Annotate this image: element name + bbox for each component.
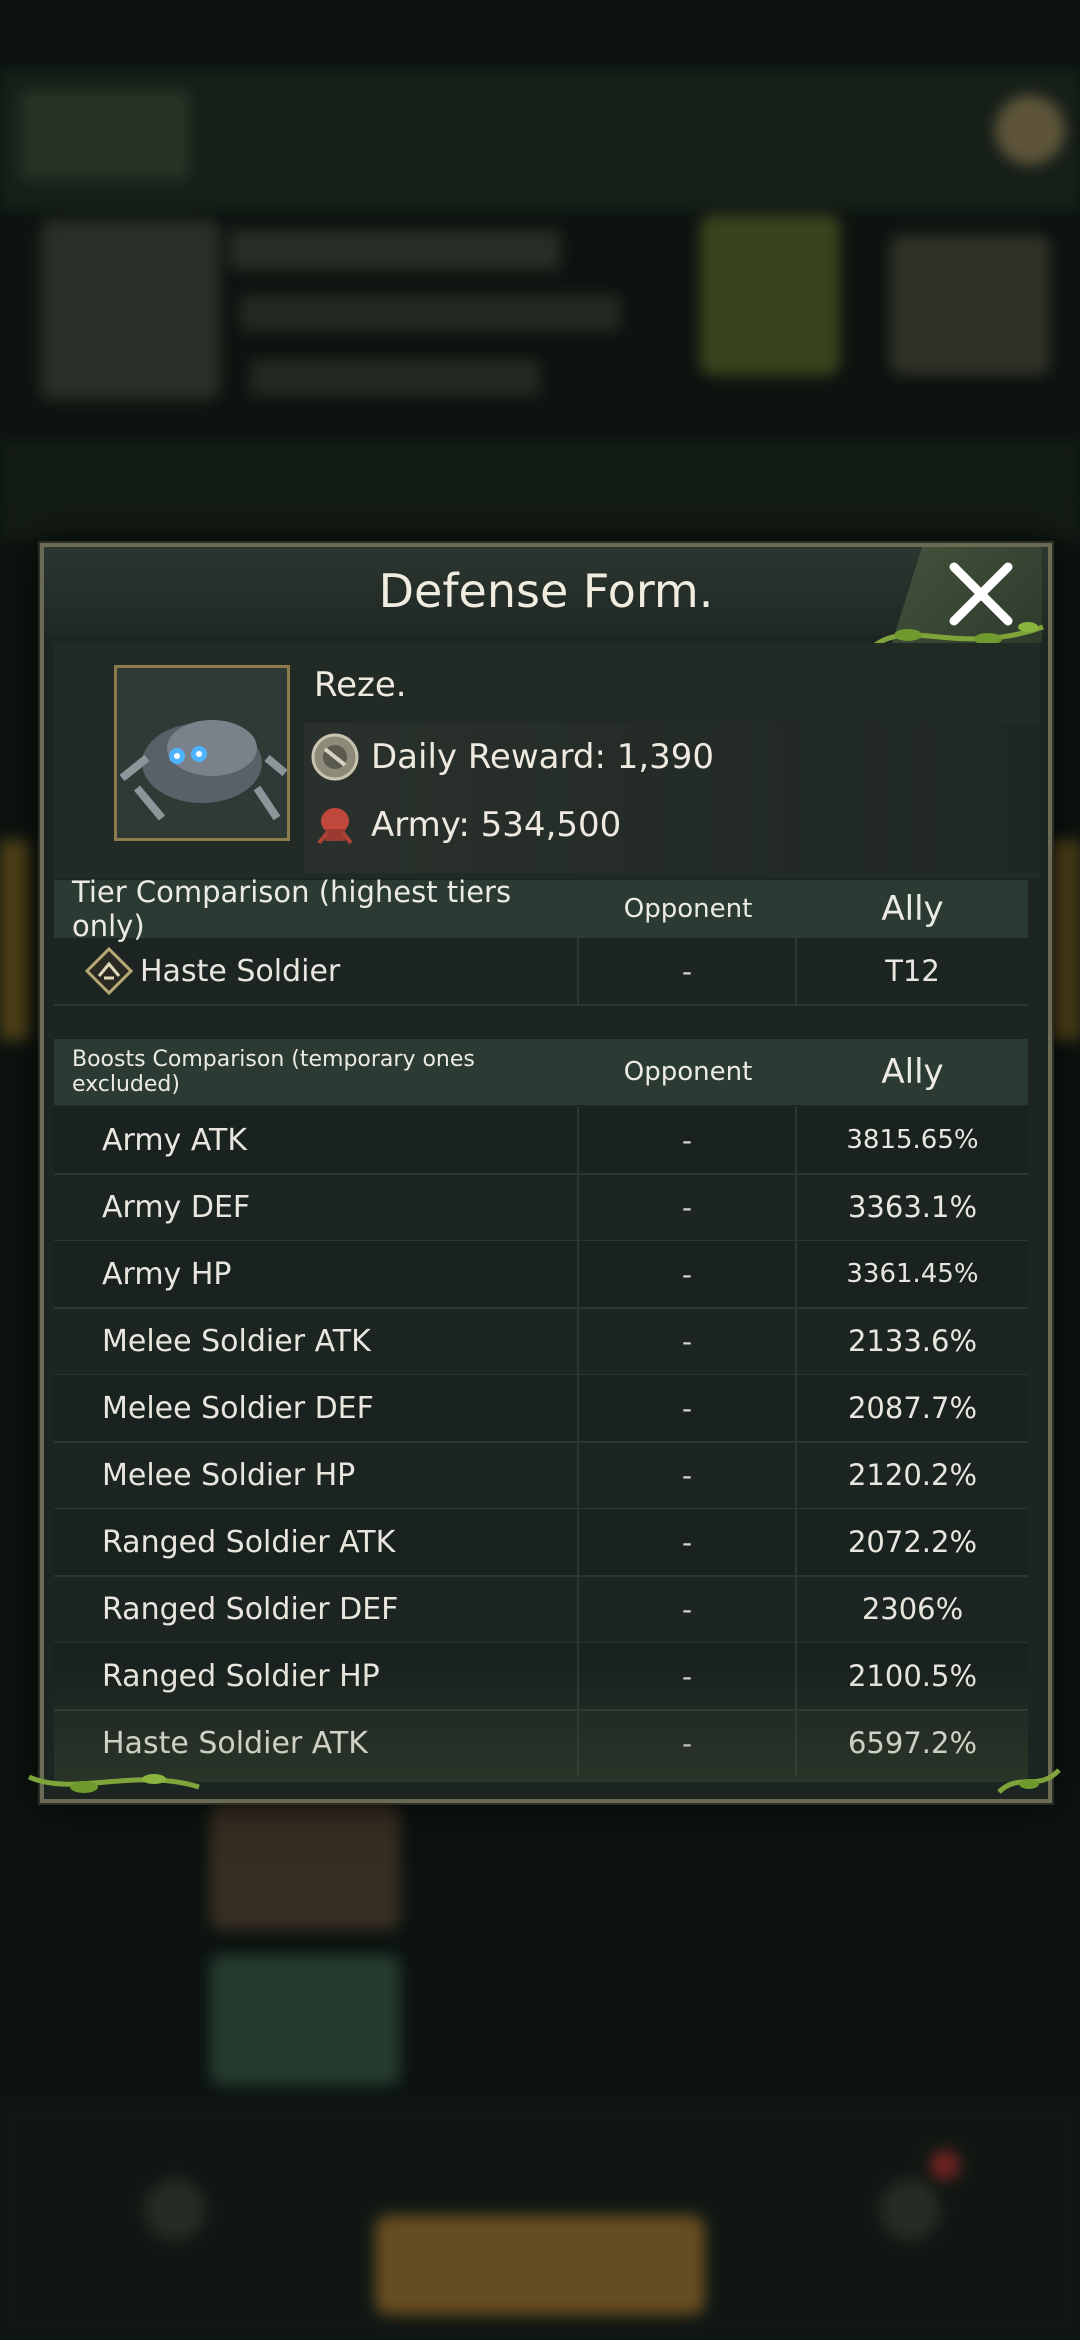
table-row: Melee Soldier HP - 2120.2%	[54, 1442, 1028, 1510]
bg-notification-badge	[930, 2150, 960, 2180]
mech-spider-avatar-icon	[117, 668, 287, 838]
ally-value: 3361.45%	[846, 1259, 979, 1289]
table-row: Ranged Soldier DEF - 2306%	[54, 1576, 1028, 1644]
player-name: Reze.	[314, 665, 407, 705]
ally-value: 3815.65%	[846, 1125, 979, 1155]
bg-list-card	[210, 1955, 400, 2085]
ally-column-header: Ally	[881, 889, 944, 929]
boosts-comparison-title: Boosts Comparison (temporary ones exclud…	[72, 1047, 475, 1097]
tier-comparison-header: Tier Comparison (highest tiers only) Opp…	[54, 875, 1028, 943]
opponent-value: -	[681, 1659, 693, 1693]
table-row: Melee Soldier ATK - 2133.6%	[54, 1308, 1028, 1376]
bg-info-bar	[230, 230, 560, 270]
daily-reward-row: Daily Reward: 1,390	[309, 731, 714, 783]
opponent-value: -	[681, 1324, 693, 1358]
tier-row-label: Haste Soldier	[140, 953, 341, 989]
army-row: Army: 534,500	[309, 799, 621, 851]
opponent-value: -	[681, 1257, 693, 1291]
reward-medal-icon	[311, 733, 359, 781]
table-row: Army HP - 3361.45%	[54, 1241, 1028, 1309]
ally-column-header: Ally	[881, 1052, 944, 1092]
boost-label: Army DEF	[102, 1189, 251, 1225]
ally-value: 2120.2%	[847, 1458, 978, 1492]
bg-info-bar	[240, 295, 620, 331]
player-profile: Reze. Daily Reward: 1,390 Army: 534,500	[54, 643, 1040, 878]
opponent-value: -	[681, 1458, 693, 1492]
ally-value: 2133.6%	[847, 1324, 978, 1358]
bg-tab-strip	[0, 440, 1080, 540]
haste-soldier-icon	[84, 946, 134, 996]
vine-ornament-icon	[997, 1768, 1061, 1794]
ally-value: 2306%	[861, 1592, 964, 1626]
boost-label: Ranged Soldier HP	[102, 1658, 380, 1694]
bg-back-button	[20, 90, 190, 180]
opponent-value: -	[681, 1592, 693, 1626]
tier-comparison-title: Tier Comparison (highest tiers only)	[72, 875, 512, 943]
opponent-value: -	[681, 1190, 693, 1224]
army-soldier-icon	[317, 808, 353, 845]
boost-label: Ranged Soldier DEF	[102, 1591, 399, 1627]
boost-label: Haste Soldier ATK	[102, 1725, 368, 1761]
player-avatar[interactable]	[114, 665, 290, 841]
boost-label: Melee Soldier DEF	[102, 1390, 374, 1426]
opponent-column-header: Opponent	[623, 894, 753, 924]
boost-label: Melee Soldier ATK	[102, 1323, 371, 1359]
bg-action-button	[375, 2215, 705, 2315]
bg-coin-icon	[995, 95, 1065, 165]
table-row: Ranged Soldier HP - 2100.5%	[54, 1643, 1028, 1711]
opponent-value: -	[681, 1726, 693, 1760]
opponent-value: -	[681, 1123, 693, 1157]
boost-label: Army HP	[102, 1256, 232, 1292]
bg-list-card	[210, 1800, 400, 1930]
daily-reward-label: Daily Reward: 1,390	[371, 737, 715, 777]
ally-value: 6597.2%	[847, 1726, 978, 1760]
bg-chest-icon	[700, 215, 840, 375]
bg-chest-icon	[890, 235, 1050, 375]
opponent-value: -	[681, 1525, 693, 1559]
bg-side-decoration	[1050, 840, 1080, 1040]
vine-ornament-icon	[27, 1774, 200, 1793]
table-row: Melee Soldier DEF - 2087.7%	[54, 1375, 1028, 1443]
boost-label: Melee Soldier HP	[102, 1457, 356, 1493]
ally-value: T12	[885, 954, 940, 988]
boost-label: Army ATK	[102, 1122, 248, 1158]
table-row: Army ATK - 3815.65%	[54, 1107, 1028, 1175]
table-row: Army DEF - 3363.1%	[54, 1174, 1028, 1242]
table-row: Ranged Soldier ATK - 2072.2%	[54, 1509, 1028, 1577]
bg-hero-portrait	[40, 220, 220, 400]
ally-value: 2072.2%	[847, 1525, 978, 1559]
opponent-column-header: Opponent	[623, 1057, 753, 1087]
ally-value: 2100.5%	[847, 1659, 978, 1693]
bg-bottom-icon	[145, 2180, 205, 2240]
ally-value: 2087.7%	[847, 1391, 978, 1425]
opponent-value: -	[681, 1391, 693, 1425]
bg-info-bar	[250, 360, 540, 396]
boosts-comparison-header: Boosts Comparison (temporary ones exclud…	[54, 1039, 1028, 1105]
boost-label: Ranged Soldier ATK	[102, 1524, 396, 1560]
defense-form-dialog: Defense Form. Reze. Daily Reward: 1,390 …	[27, 543, 1061, 1803]
table-row: Haste Soldier - T12	[54, 938, 1028, 1006]
ally-value: 3363.1%	[847, 1190, 978, 1224]
bg-side-decoration	[0, 840, 30, 1040]
opponent-value: -	[681, 954, 693, 988]
army-label: Army: 534,500	[371, 805, 622, 845]
bg-bottom-icon	[880, 2180, 940, 2240]
